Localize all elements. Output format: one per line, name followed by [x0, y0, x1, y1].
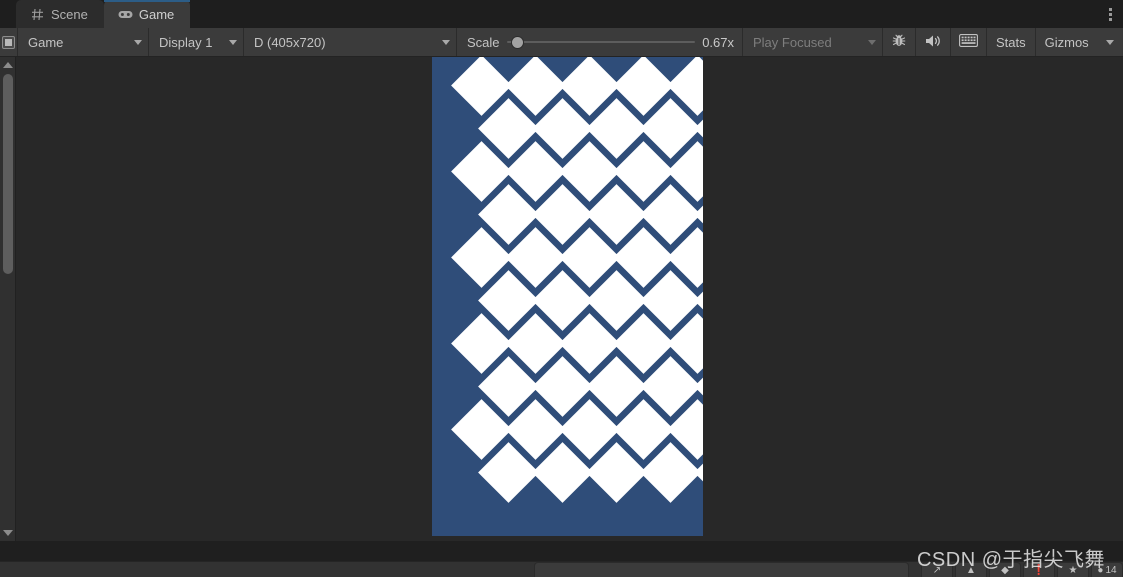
chevron-down-icon	[868, 39, 876, 45]
tab-game[interactable]: Game	[103, 0, 191, 28]
keyboard-grid-icon	[959, 34, 978, 50]
stats-label: Stats	[996, 34, 1026, 50]
grid-icon	[30, 8, 45, 21]
tab-scene[interactable]: Scene	[16, 0, 104, 28]
tab-scene-label: Scene	[51, 6, 88, 22]
scale-slider-track	[506, 41, 696, 43]
chevron-down-icon	[134, 39, 142, 45]
account-icon[interactable]: ▲	[955, 562, 987, 577]
game-view-toolbar: Game Display 1 D (405x720) Scale 0.67x P…	[0, 28, 1123, 57]
bug-icon	[891, 33, 907, 51]
gamepad-icon	[118, 8, 133, 21]
resolution-dropdown-label: D (405x720)	[254, 34, 326, 50]
kebab-dot	[1108, 12, 1112, 16]
tab-bar-left-gap	[0, 0, 16, 28]
scrollbar-thumb[interactable]	[3, 74, 13, 274]
notification-icon-glyph: ●	[1097, 565, 1104, 576]
scale-value: 0.67x	[702, 34, 734, 50]
game-view-body	[0, 57, 1123, 541]
warning-icon-glyph: ❗	[1032, 565, 1046, 576]
kebab-dot	[1108, 17, 1112, 21]
tab-bar-spacer	[190, 0, 1097, 28]
scale-label: Scale	[467, 34, 500, 50]
status-bar-icon-group: ↗ ▲ ◆ ❗ ★ ● 14	[919, 562, 1123, 577]
scale-slider-knob[interactable]	[511, 36, 523, 48]
notification-icon[interactable]: ● 14	[1091, 562, 1123, 577]
bottom-panel-strip	[0, 541, 1123, 561]
resolution-dropdown[interactable]: D (405x720)	[244, 28, 457, 56]
scroll-up-arrow-icon[interactable]	[2, 62, 13, 68]
tab-game-label: Game	[138, 6, 175, 22]
status-bar: ↗ ▲ ◆ ❗ ★ ● 14	[0, 561, 1123, 577]
kebab-dot	[1108, 7, 1112, 11]
maximize-on-play-icon[interactable]	[0, 28, 18, 56]
chevron-down-icon	[1105, 39, 1114, 45]
chevron-down-icon	[229, 39, 237, 45]
scroll-down-arrow-icon[interactable]	[2, 530, 13, 536]
more-options-icon[interactable]	[1097, 0, 1123, 28]
stats-button[interactable]: Stats	[987, 28, 1036, 56]
star-icon-glyph: ★	[1068, 565, 1078, 576]
game-render-canvas[interactable]	[432, 57, 703, 536]
chevron-down-icon	[442, 39, 450, 45]
game-render-viewport[interactable]	[17, 57, 1123, 541]
status-cell-label: 14	[1105, 565, 1117, 576]
account-icon-glyph: ▲	[966, 565, 976, 576]
gizmos-button[interactable]: Gizmos	[1035, 28, 1098, 56]
scale-slider[interactable]	[506, 35, 696, 49]
game-target-dropdown[interactable]: Game	[18, 28, 149, 56]
gizmos-label: Gizmos	[1044, 34, 1089, 50]
speaker-icon	[924, 34, 942, 51]
tag-icon[interactable]: ◆	[989, 562, 1021, 577]
status-bar-left	[0, 562, 534, 577]
tag-icon-glyph: ◆	[1001, 565, 1009, 576]
play-mode-dropdown[interactable]: Play Focused	[743, 28, 883, 56]
console-status-message[interactable]	[534, 562, 909, 577]
expand-icon-glyph: ↗	[932, 565, 942, 576]
debug-toggle-button[interactable]	[883, 28, 916, 56]
warning-icon[interactable]: ❗	[1023, 562, 1055, 577]
scale-slider-group[interactable]: Scale 0.67x	[457, 28, 743, 56]
expand-icon[interactable]: ↗	[921, 562, 953, 577]
mute-audio-button[interactable]	[916, 28, 951, 56]
play-mode-dropdown-label: Play Focused	[753, 34, 832, 50]
maximize-glyph	[2, 35, 15, 49]
vertical-scrollbar[interactable]	[0, 57, 16, 541]
display-dropdown-label: Display 1	[159, 34, 213, 50]
star-icon[interactable]: ★	[1057, 562, 1089, 577]
tab-bar: Scene Game	[0, 0, 1123, 28]
gizmos-dropdown-toggle[interactable]	[1097, 28, 1122, 56]
render-grid-button[interactable]	[951, 28, 987, 56]
display-dropdown[interactable]: Display 1	[149, 28, 244, 56]
unity-game-view-window: Scene Game Game Display 1 D (405x720) Sc…	[0, 0, 1123, 577]
game-target-dropdown-label: Game	[28, 34, 64, 50]
